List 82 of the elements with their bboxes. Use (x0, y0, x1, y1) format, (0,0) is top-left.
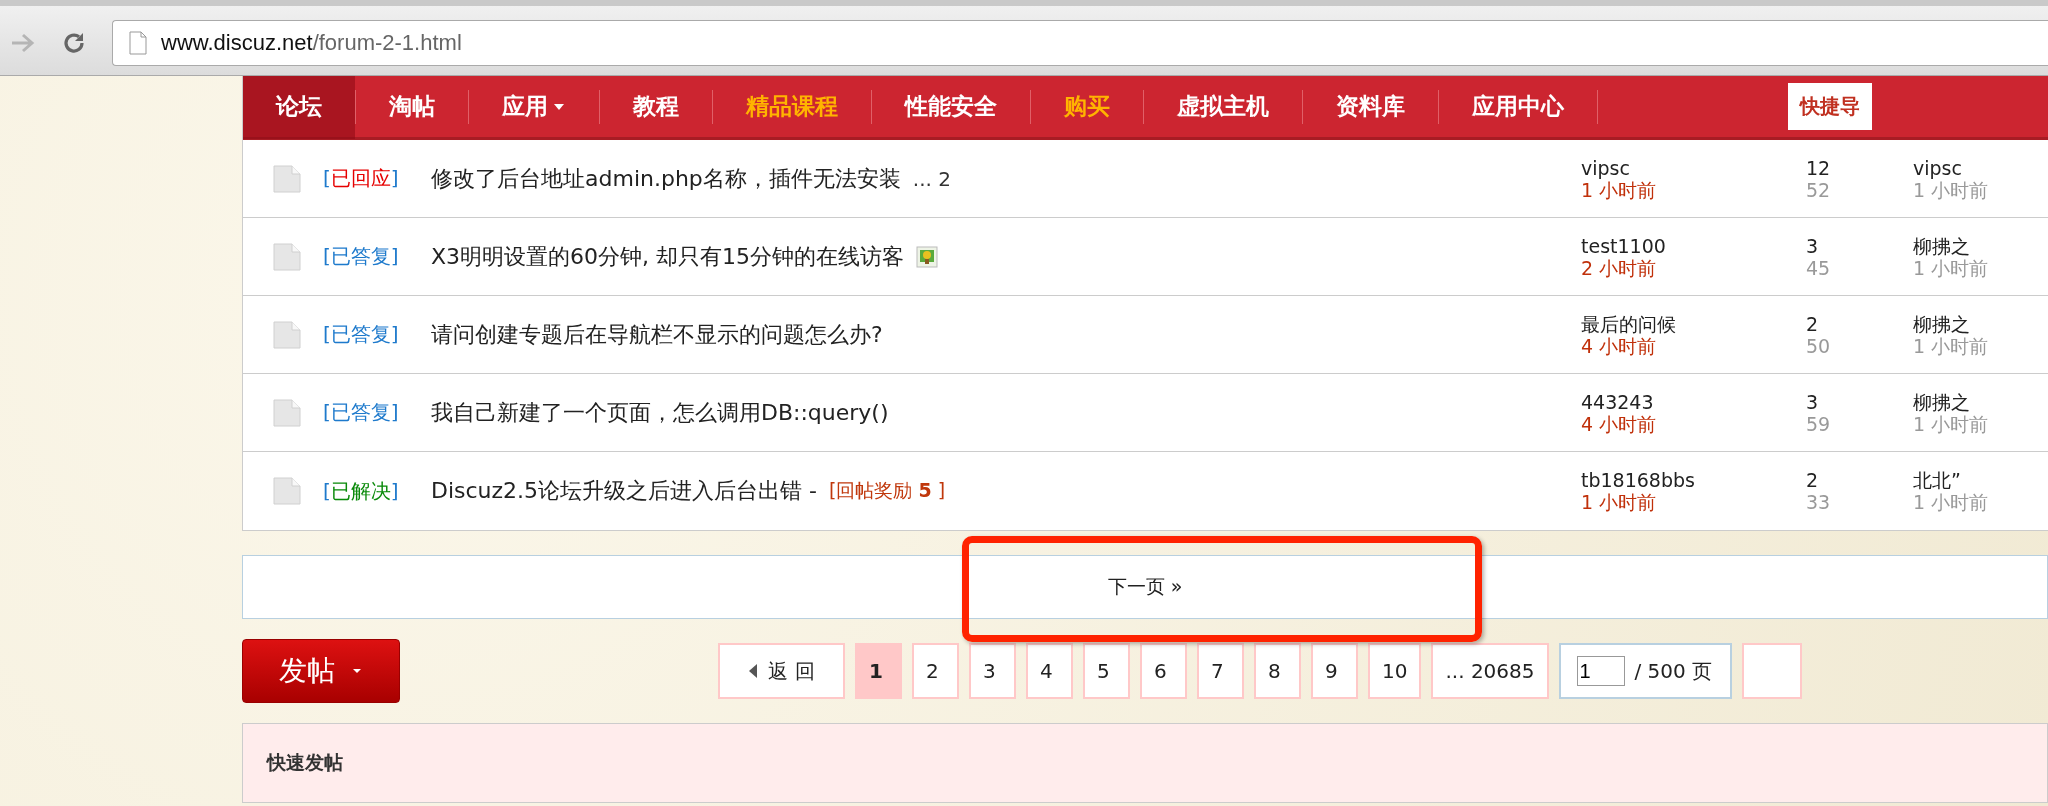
thread-tag[interactable]: [已答复] (323, 321, 431, 348)
thread-tag[interactable]: [已答复] (323, 399, 431, 426)
address-bar[interactable]: www.discuz.net/forum-2-1.html (112, 19, 2048, 66)
nav-tab[interactable]: 应用中心 (1439, 76, 1597, 139)
nav-tab[interactable]: 虚拟主机 (1144, 76, 1302, 139)
page-number[interactable]: 1 (855, 643, 902, 699)
last-post-time: 1 小时前 (1913, 334, 1989, 357)
back-button[interactable]: 返 回 (718, 643, 845, 699)
document-icon (273, 164, 301, 193)
nav-tab[interactable]: 资料库 (1303, 76, 1438, 139)
next-button[interactable] (1742, 643, 1803, 699)
quick-nav-button[interactable]: 快捷导 (1788, 83, 1872, 130)
reload-icon[interactable] (62, 30, 86, 55)
thread-title[interactable]: 修改了后台地址admin.php名称，插件无法安装 (431, 163, 901, 194)
thread-tag[interactable]: [已解决] (323, 477, 431, 505)
page-number[interactable]: 4 (1026, 643, 1073, 699)
thread-tag[interactable]: [已回应] (323, 165, 431, 192)
reply-count: 2 (1806, 312, 1819, 335)
view-count: 50 (1806, 334, 1831, 357)
thread-title[interactable]: 请问创建专题后在导航栏不显示的问题怎么办? (431, 319, 883, 350)
last-poster[interactable]: 北北” (1913, 469, 1961, 491)
page-number[interactable]: 5 (1083, 643, 1130, 699)
view-count: 52 (1806, 178, 1831, 201)
reply-count: 3 (1806, 390, 1819, 413)
last-post-time: 1 小时前 (1913, 491, 1989, 513)
thread-tag[interactable]: [已答复] (323, 243, 431, 270)
page-total: / 500 页 (1634, 657, 1713, 685)
nav-tab[interactable]: 性能安全 (872, 76, 1030, 139)
caret-icon (351, 667, 363, 675)
last-poster[interactable]: 柳拂之 (1913, 390, 1970, 413)
thread-title[interactable]: 我自己新建了一个页面，怎么调用DB::query() (431, 397, 889, 428)
nav-tab[interactable]: 淘帖 (356, 76, 468, 139)
page-number[interactable]: 9 (1311, 643, 1358, 699)
last-poster[interactable]: 柳拂之 (1913, 312, 1970, 335)
nav-tab[interactable]: 论坛 (243, 76, 355, 139)
last-poster[interactable]: vipsc (1913, 156, 1962, 179)
nav-tab[interactable]: 应用 (469, 76, 599, 139)
reply-count: 2 (1806, 469, 1819, 491)
author-name[interactable]: tb18168bbs (1581, 469, 1695, 491)
page-number[interactable]: ... 20685 (1431, 643, 1549, 699)
back-arrow-icon[interactable] (10, 32, 36, 53)
page-number[interactable]: 6 (1140, 643, 1187, 699)
post-button[interactable]: 发帖 (242, 639, 400, 703)
page-number[interactable]: 8 (1254, 643, 1301, 699)
page-number[interactable]: 3 (969, 643, 1016, 699)
nav-tab[interactable]: 教程 (600, 76, 712, 139)
document-icon (273, 320, 301, 349)
post-time: 2 小时前 (1581, 256, 1657, 279)
triangle-left-icon (748, 663, 759, 679)
document-icon (273, 242, 301, 271)
author-name[interactable]: test1100 (1581, 234, 1666, 257)
reward-label: [回帖奖励 5 ] (829, 478, 946, 503)
view-count: 33 (1806, 491, 1831, 513)
thread-title[interactable]: Discuz2.5论坛升级之后进入后台出错 - (431, 476, 818, 506)
page-link[interactable]: ... 2 (912, 166, 951, 191)
reply-count: 3 (1806, 234, 1819, 257)
document-icon (273, 398, 301, 427)
author-name[interactable]: 443243 (1581, 390, 1654, 413)
post-time: 4 小时前 (1581, 412, 1657, 435)
caret-icon (552, 101, 566, 112)
post-time: 1 小时前 (1581, 178, 1657, 201)
next-page-bar[interactable]: 下一页 » (242, 555, 2048, 619)
author-name[interactable]: 最后的问候 (1581, 312, 1676, 335)
reply-count: 12 (1806, 156, 1831, 179)
last-post-time: 1 小时前 (1913, 256, 1989, 279)
last-poster[interactable]: 柳拂之 (1913, 234, 1970, 257)
last-post-time: 1 小时前 (1913, 412, 1989, 435)
thread-title[interactable]: X3明明设置的60分钟, 却只有15分钟的在线访客 (431, 241, 905, 272)
page-number[interactable]: 10 (1368, 643, 1422, 699)
next-page-link[interactable]: 下一页 » (1107, 574, 1183, 600)
post-time: 1 小时前 (1581, 491, 1657, 513)
view-count: 45 (1806, 256, 1831, 279)
author-name[interactable]: vipsc (1581, 156, 1630, 179)
last-post-time: 1 小时前 (1913, 178, 1989, 201)
page-icon (129, 30, 147, 55)
quick-post-title: 快速发帖 (267, 750, 343, 775)
post-time: 4 小时前 (1581, 334, 1657, 357)
view-count: 59 (1806, 412, 1831, 435)
page-number[interactable]: 7 (1197, 643, 1244, 699)
document-icon (273, 477, 301, 505)
page-number[interactable]: 2 (912, 643, 959, 699)
page-input[interactable]: 1 (1576, 656, 1625, 686)
